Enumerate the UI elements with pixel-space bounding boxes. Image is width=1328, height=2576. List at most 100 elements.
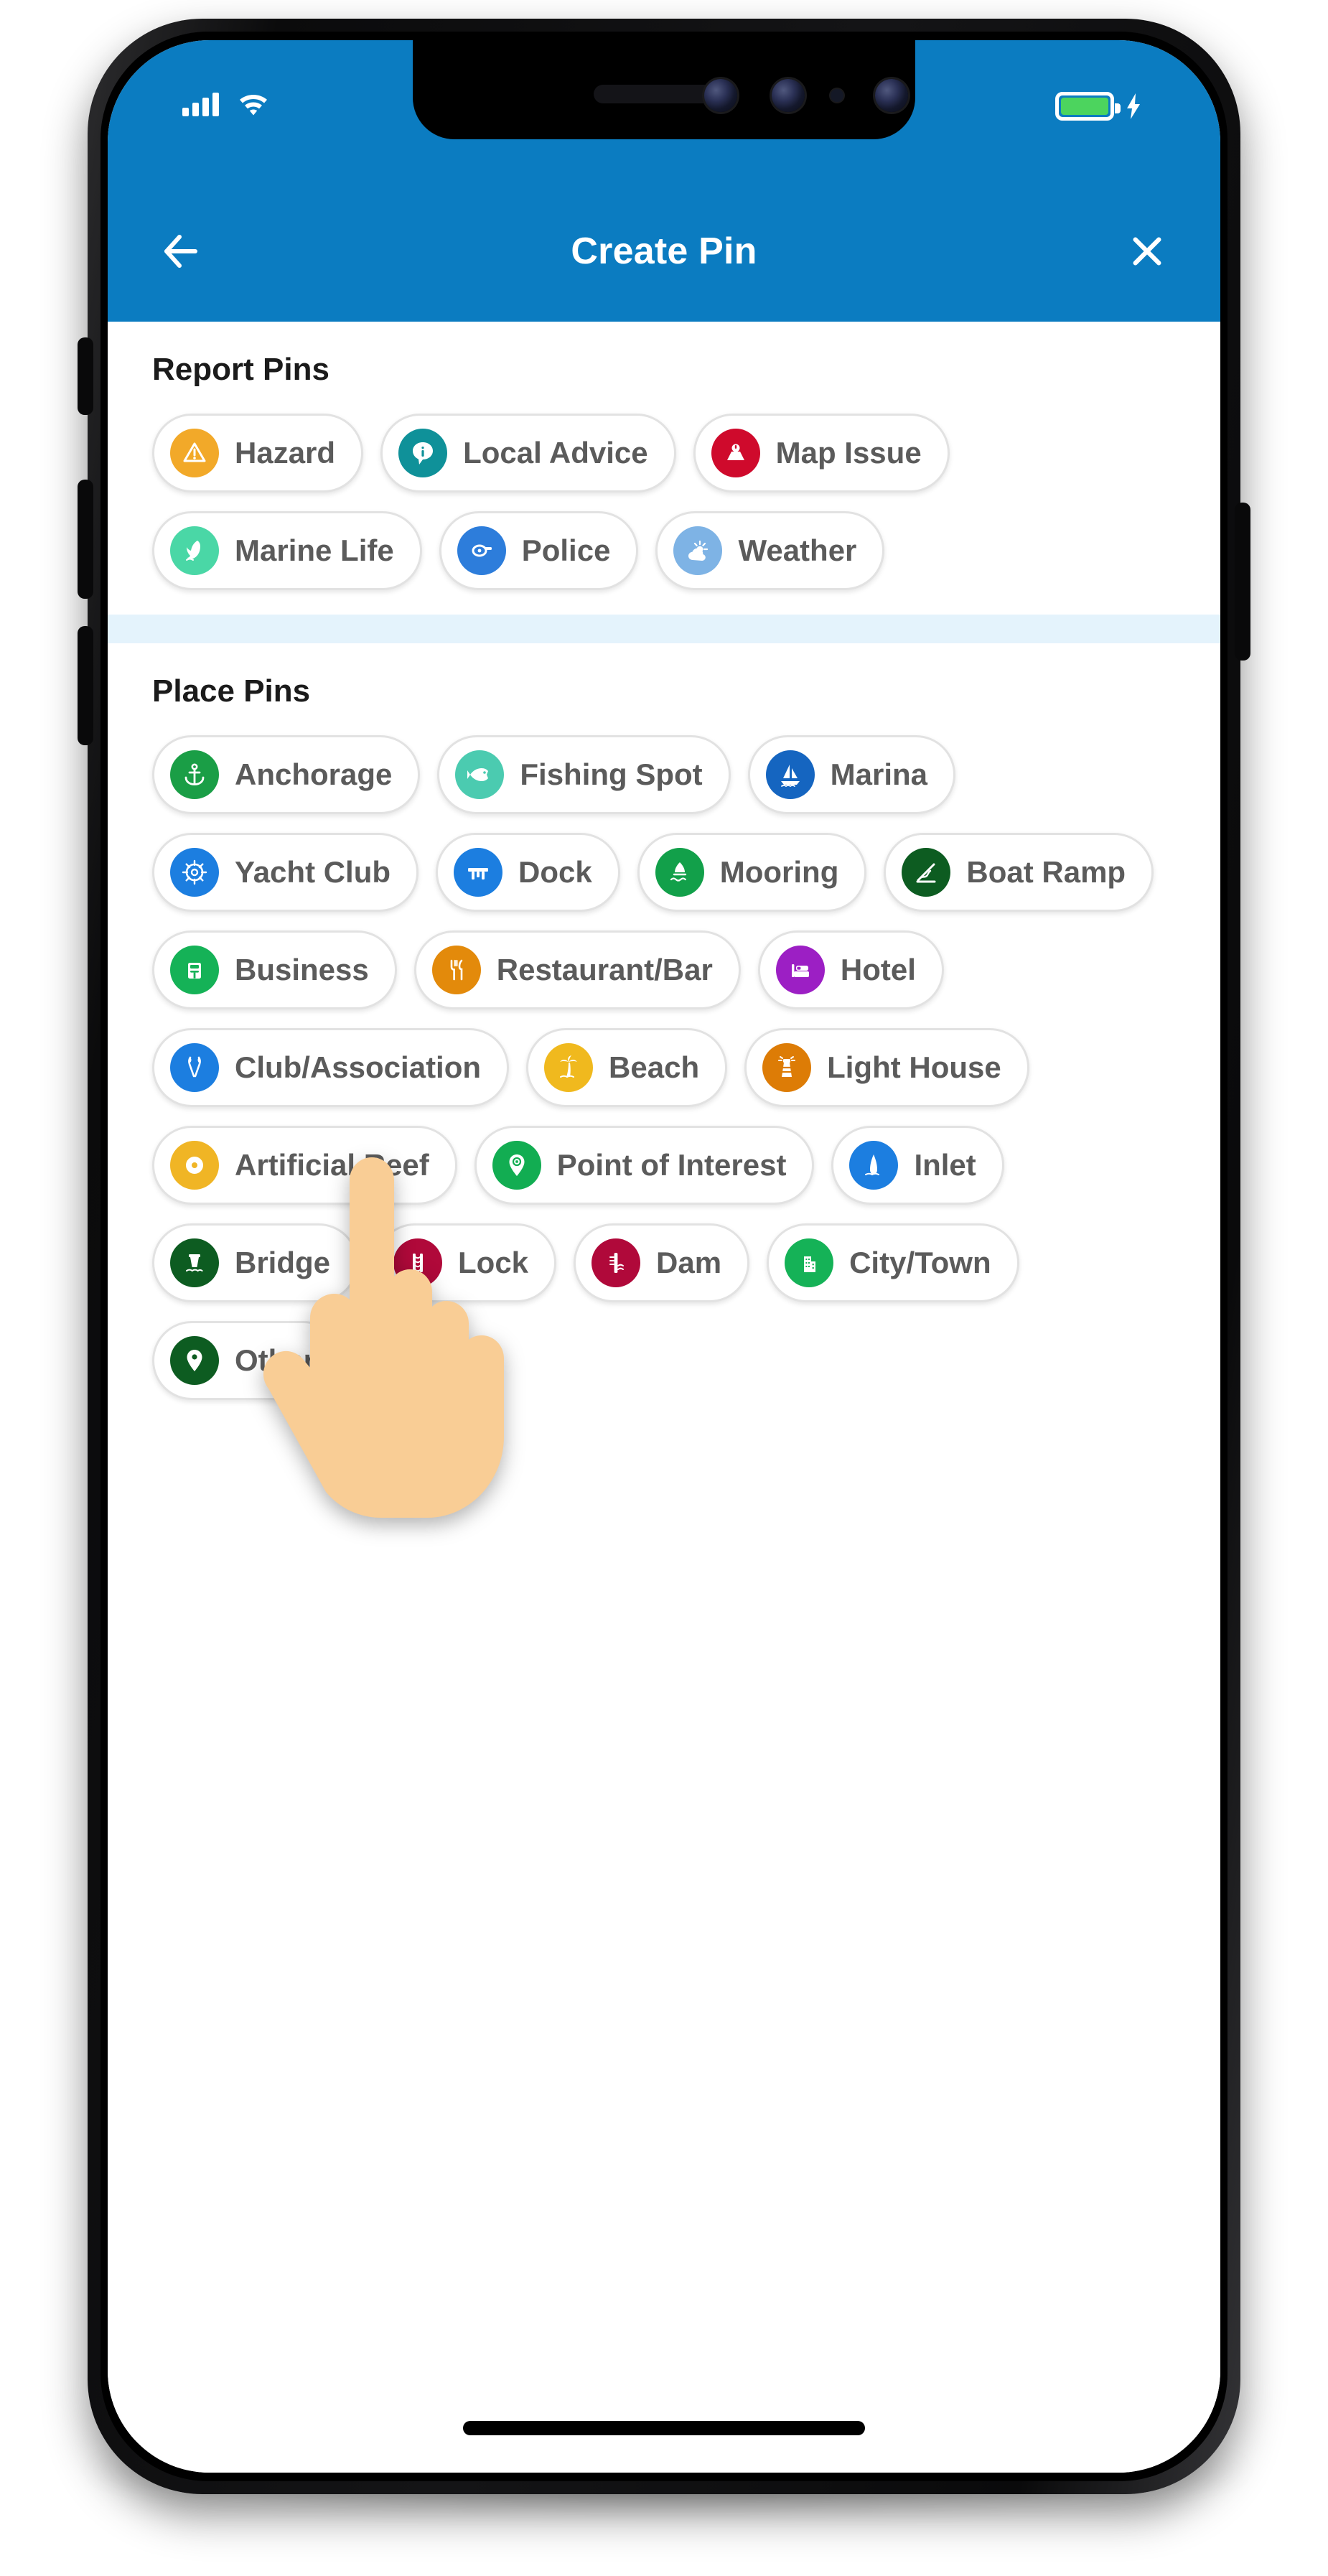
chip-label: Club/Association	[235, 1050, 482, 1084]
chip-label: Restaurant/Bar	[496, 953, 713, 986]
phone-screen: Create Pin Report Pins Hazard Local Advi…	[108, 40, 1220, 2473]
chip-label: Marina	[830, 757, 928, 791]
boat-ramp-icon	[902, 848, 951, 897]
bridge-icon	[170, 1238, 219, 1287]
chip-beach[interactable]: Beach	[526, 1028, 728, 1107]
chip-weather[interactable]: Weather	[655, 511, 885, 590]
volume-down-button[interactable]	[78, 626, 93, 745]
close-button[interactable]	[1118, 223, 1176, 280]
chip-label: Map Issue	[775, 436, 922, 470]
chip-label: Anchorage	[235, 757, 393, 791]
palm-tree-icon	[544, 1043, 594, 1092]
back-button[interactable]	[152, 223, 210, 280]
chip-label: Business	[235, 953, 369, 986]
chip-club-association[interactable]: Club/Association	[152, 1028, 510, 1107]
chip-label: Dam	[656, 1246, 722, 1279]
chip-dam[interactable]: Dam	[574, 1223, 750, 1302]
cellular-signal-icon	[182, 90, 219, 116]
chip-label: Hotel	[840, 953, 916, 986]
ir-camera-icon	[875, 79, 908, 112]
chip-label: Mooring	[719, 855, 839, 889]
section-divider	[108, 615, 1220, 643]
chip-light-house[interactable]: Light House	[744, 1028, 1029, 1107]
page-title: Create Pin	[571, 230, 757, 272]
arrow-left-icon	[164, 235, 197, 268]
info-bubble-icon	[398, 429, 448, 477]
volume-up-button[interactable]	[78, 480, 93, 599]
chip-label: Weather	[738, 533, 857, 567]
chip-inlet[interactable]: Inlet	[831, 1126, 1004, 1205]
battery-full-icon	[1055, 92, 1121, 121]
report-pins-section: Report Pins Hazard Local Advice Map Issu…	[108, 322, 1220, 615]
mooring-buoy-icon	[655, 848, 704, 897]
device-notch	[413, 40, 915, 139]
anchor-icon	[170, 750, 219, 799]
place-pins-heading: Place Pins	[152, 673, 311, 709]
dam-icon	[591, 1238, 641, 1287]
chip-dock[interactable]: Dock	[436, 833, 620, 912]
report-pins-chip-grid: Hazard Local Advice Map Issue Marine Lif…	[152, 414, 1176, 590]
bed-icon	[775, 946, 825, 994]
fork-knife-icon	[431, 946, 481, 994]
screenshot-stage: Create Pin Report Pins Hazard Local Advi…	[0, 0, 1328, 2576]
chip-label: Marine Life	[235, 533, 394, 567]
warning-triangle-icon	[170, 429, 219, 477]
reef-ring-icon	[170, 1141, 219, 1190]
chip-label: Hazard	[235, 436, 336, 470]
mute-switch-button[interactable]	[78, 337, 93, 415]
city-buildings-icon	[785, 1238, 834, 1287]
pointing-hand-cursor	[241, 1152, 528, 1525]
chip-marine-life[interactable]: Marine Life	[152, 511, 422, 590]
wifi-icon	[238, 90, 269, 116]
chip-marina[interactable]: Marina	[747, 735, 956, 814]
app-bar: Create Pin	[108, 181, 1220, 322]
chip-yacht-club[interactable]: Yacht Club	[152, 833, 419, 912]
chip-label: Local Advice	[463, 436, 648, 470]
chip-label: Dock	[518, 855, 592, 889]
chip-label: Police	[521, 533, 611, 567]
status-bar-right	[1055, 92, 1143, 121]
chip-police[interactable]: Police	[439, 511, 639, 590]
status-bar	[108, 40, 1220, 181]
chip-city-town[interactable]: City/Town	[767, 1223, 1019, 1302]
charging-bolt-icon	[1124, 92, 1143, 121]
lighthouse-icon	[762, 1043, 812, 1092]
chip-restaurant-bar[interactable]: Restaurant/Bar	[413, 930, 741, 1009]
front-camera-icon	[704, 79, 737, 112]
ship-wheel-icon	[170, 848, 219, 897]
chip-local-advice[interactable]: Local Advice	[380, 414, 676, 493]
dolphin-icon	[170, 526, 219, 575]
map-issue-icon	[711, 429, 760, 477]
chip-mooring[interactable]: Mooring	[637, 833, 867, 912]
proximity-sensor-icon	[831, 89, 843, 102]
report-pins-heading: Report Pins	[152, 352, 329, 387]
dock-icon	[454, 848, 503, 897]
briefcase-icon	[170, 946, 219, 994]
chip-label: Boat Ramp	[966, 855, 1126, 889]
crossed-oars-icon	[170, 1043, 219, 1092]
chip-hazard[interactable]: Hazard	[152, 414, 364, 493]
close-x-icon	[1133, 237, 1161, 266]
inlet-icon	[849, 1141, 899, 1190]
chip-label: Beach	[609, 1050, 700, 1084]
fish-icon	[455, 750, 505, 799]
chip-anchorage[interactable]: Anchorage	[152, 735, 421, 814]
chip-label: Yacht Club	[235, 855, 391, 889]
status-bar-left	[182, 90, 269, 116]
police-siren-icon	[457, 526, 506, 575]
map-pin-icon	[170, 1336, 219, 1385]
chip-label: City/Town	[849, 1246, 991, 1279]
chip-business[interactable]: Business	[152, 930, 397, 1009]
chip-label: Inlet	[914, 1148, 976, 1182]
chip-hotel[interactable]: Hotel	[757, 930, 944, 1009]
chip-label: Light House	[827, 1050, 1001, 1084]
sailboat-icon	[765, 750, 815, 799]
chip-fishing-spot[interactable]: Fishing Spot	[437, 735, 731, 814]
chip-label: Point of Interest	[556, 1148, 787, 1182]
home-indicator-bar[interactable]	[463, 2421, 865, 2435]
chip-map-issue[interactable]: Map Issue	[693, 414, 950, 493]
power-button[interactable]	[1235, 503, 1250, 661]
weather-cloud-icon	[673, 526, 723, 575]
chip-boat-ramp[interactable]: Boat Ramp	[884, 833, 1154, 912]
depth-camera-icon	[772, 79, 805, 112]
